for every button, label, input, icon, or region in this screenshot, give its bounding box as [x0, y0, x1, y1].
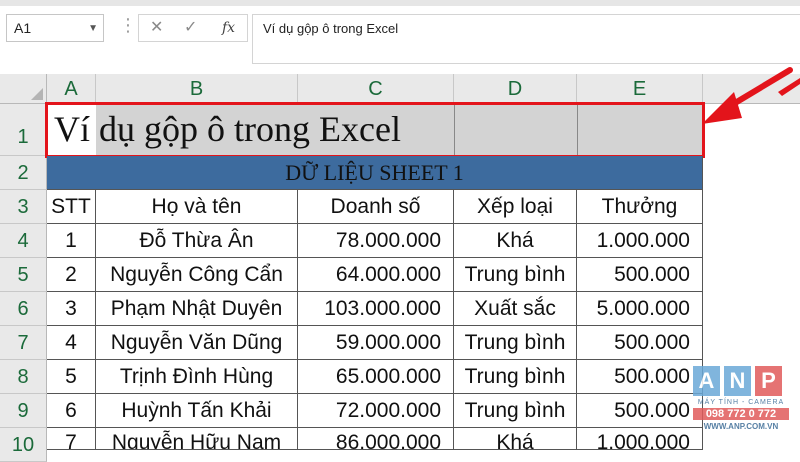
row-header-7[interactable]: 7	[0, 326, 47, 360]
enter-icon[interactable]: ✓	[184, 17, 197, 37]
cell-stt[interactable]: 2	[47, 258, 96, 292]
cell-bonus[interactable]: 1.000.000	[577, 428, 703, 450]
header-sales[interactable]: Doanh số	[298, 190, 454, 224]
header-stt[interactable]: STT	[47, 190, 96, 224]
insert-function-icon[interactable]: fx	[222, 20, 235, 36]
formula-buttons: ✕ ✓ fx	[138, 14, 248, 42]
header-bonus[interactable]: Thưởng	[577, 190, 703, 224]
column-header-a[interactable]: A	[47, 74, 96, 104]
logo-letter: N	[724, 366, 751, 396]
row-header-8[interactable]: 8	[0, 360, 47, 394]
cell-name[interactable]: Đỗ Thừa Ân	[96, 224, 298, 258]
cell-bonus[interactable]: 500.000	[577, 326, 703, 360]
cell-rank[interactable]: Khá	[454, 428, 577, 450]
cell-stt[interactable]: 6	[47, 394, 96, 428]
cell-rank[interactable]: Trung bình	[454, 326, 577, 360]
cell-stt[interactable]: 4	[47, 326, 96, 360]
cell-rank[interactable]: Trung bình	[454, 258, 577, 292]
logo-letter: A	[693, 366, 720, 396]
cell-stt[interactable]: 1	[47, 224, 96, 258]
row-header-3[interactable]: 3	[0, 190, 47, 224]
cell-rank[interactable]: Trung bình	[454, 360, 577, 394]
logo-phone: 098 772 0 772	[693, 408, 789, 420]
cell-sales[interactable]: 103.000.000	[298, 292, 454, 326]
row-header-2[interactable]: 2	[0, 156, 47, 190]
row-header-6[interactable]: 6	[0, 292, 47, 326]
cell-name[interactable]: Phạm Nhật Duyên	[96, 292, 298, 326]
column-header-b[interactable]: B	[96, 74, 298, 104]
cell-sales[interactable]: 86.000.000	[298, 428, 454, 450]
cell-bonus[interactable]: 1.000.000	[577, 224, 703, 258]
cell-stt[interactable]: 7	[47, 428, 96, 450]
row-header-10[interactable]: 10	[0, 428, 47, 462]
cell-sales[interactable]: 59.000.000	[298, 326, 454, 360]
name-box[interactable]: A1 ▼	[6, 14, 104, 42]
cell-sales[interactable]: 78.000.000	[298, 224, 454, 258]
formula-bar-grip-icon[interactable]: ⋮	[119, 15, 137, 36]
cell-stt[interactable]: 5	[47, 360, 96, 394]
cell-name[interactable]: Trịnh Đình Hùng	[96, 360, 298, 394]
cell-name[interactable]: Nguyễn Hữu Nam	[96, 428, 298, 450]
column-header-e[interactable]: E	[577, 74, 703, 104]
cell-name[interactable]: Nguyễn Công Cẩn	[96, 258, 298, 292]
header-rank[interactable]: Xếp loại	[454, 190, 577, 224]
formula-value: Ví dụ gộp ô trong Excel	[263, 21, 399, 36]
cell-sales[interactable]: 64.000.000	[298, 258, 454, 292]
cancel-icon[interactable]: ✕	[150, 17, 163, 37]
row-header-9[interactable]: 9	[0, 394, 47, 428]
logo-letter: P	[755, 366, 782, 396]
formula-input[interactable]: Ví dụ gộp ô trong Excel	[252, 14, 800, 64]
cell-bonus[interactable]: 5.000.000	[577, 292, 703, 326]
chevron-down-icon[interactable]: ▼	[88, 23, 98, 34]
row-header-4[interactable]: 4	[0, 224, 47, 258]
select-all-button[interactable]	[0, 74, 47, 104]
cell-bonus[interactable]: 500.000	[577, 394, 703, 428]
cell-rank[interactable]: Khá	[454, 224, 577, 258]
header-name[interactable]: Họ và tên	[96, 190, 298, 224]
highlight-outline	[45, 102, 705, 158]
column-header-c[interactable]: C	[298, 74, 454, 104]
annotation-arrow-tail-icon	[778, 78, 800, 96]
cell-name[interactable]: Huỳnh Tấn Khải	[96, 394, 298, 428]
row-header-5[interactable]: 5	[0, 258, 47, 292]
cell-bonus[interactable]: 500.000	[577, 258, 703, 292]
select-all-icon	[31, 88, 43, 100]
cell-sales[interactable]: 65.000.000	[298, 360, 454, 394]
cell-rank[interactable]: Trung bình	[454, 394, 577, 428]
formula-bar: A1 ▼ ⋮ ✕ ✓ fx Ví dụ gộp ô trong Excel	[0, 0, 800, 72]
cell-stt[interactable]: 3	[47, 292, 96, 326]
column-header-d[interactable]: D	[454, 74, 577, 104]
cell-rank[interactable]: Xuất sắc	[454, 292, 577, 326]
name-box-value: A1	[14, 20, 32, 36]
cell-sales[interactable]: 72.000.000	[298, 394, 454, 428]
sheet-banner[interactable]: DỮ LIỆU SHEET 1	[47, 156, 703, 190]
row-header-1[interactable]: 1	[0, 104, 47, 156]
cell-bonus[interactable]: 500.000	[577, 360, 703, 394]
logo-website: WWW.ANP.COM.VN	[703, 422, 779, 431]
anp-watermark-logo: A N P MÁY TÍNH - CAMERA 098 772 0 772 WW…	[693, 366, 789, 436]
ribbon-edge	[0, 0, 800, 6]
logo-tagline: MÁY TÍNH - CAMERA	[697, 399, 785, 406]
cell-name[interactable]: Nguyễn Văn Dũng	[96, 326, 298, 360]
